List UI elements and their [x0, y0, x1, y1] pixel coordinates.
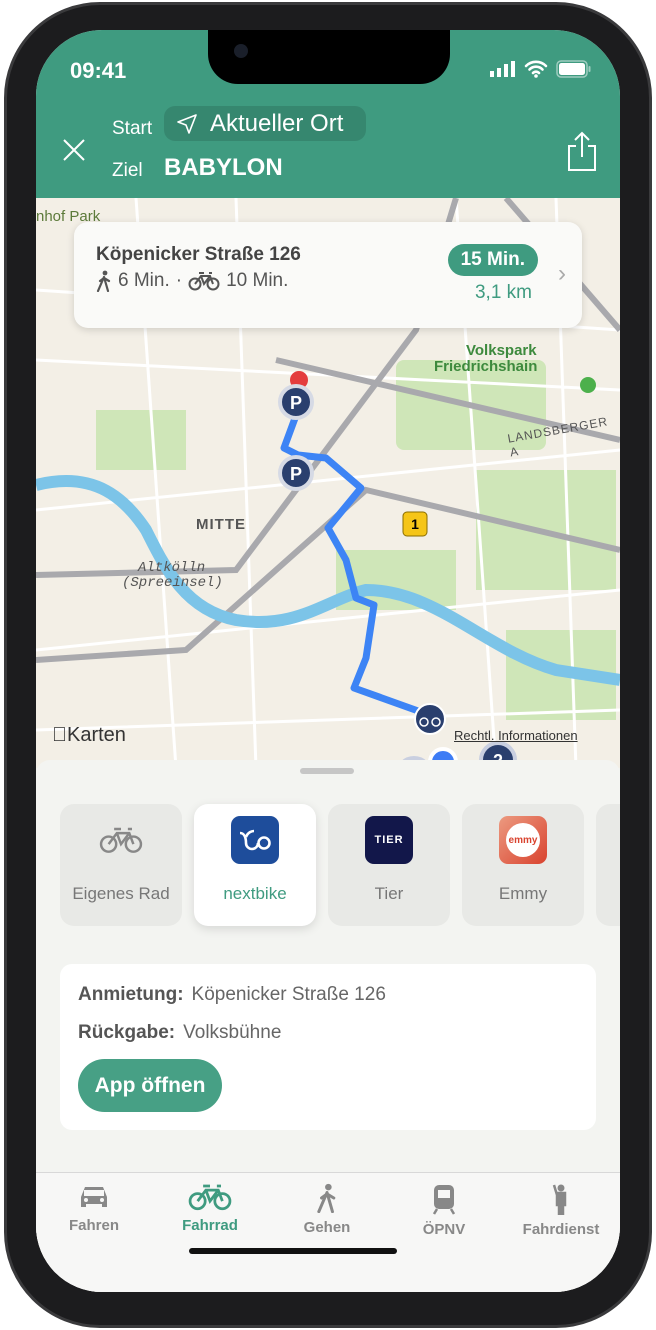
total-duration-badge: 15 Min.	[447, 244, 538, 276]
walk-time: 6 Min.	[118, 270, 170, 291]
parking-marker-label: P	[290, 393, 302, 413]
parking-marker[interactable]: P	[278, 384, 314, 420]
map-label: Altkölln	[138, 560, 206, 576]
provider-list: Eigenes Rad nextbike TIER Tier emmy Emmy	[60, 804, 620, 926]
legal-link[interactable]: Rechtl. Informationen	[454, 728, 578, 743]
train-icon	[432, 1185, 456, 1215]
emmy-logo-text: emmy	[506, 823, 540, 857]
person-waving-icon	[552, 1184, 567, 1215]
emmy-logo: emmy	[499, 816, 547, 864]
parking-marker-label: P	[290, 464, 302, 484]
bicycle-icon	[99, 827, 143, 853]
destination-value[interactable]: BABYLON	[164, 154, 283, 182]
start-field[interactable]: Aktueller Ort	[164, 106, 366, 141]
map-label: MITTE	[196, 516, 246, 533]
map-label: Friedrichshain	[434, 358, 538, 375]
park-icon	[580, 377, 596, 393]
camera	[234, 44, 248, 58]
provider-name: nextbike	[223, 884, 287, 903]
nextbike-logo	[231, 816, 279, 864]
map-label: Volkspark	[466, 342, 537, 359]
parking-marker[interactable]: P	[278, 455, 314, 491]
attribution-text: Karten	[52, 724, 126, 746]
pickup-label: Anmietung:	[78, 984, 184, 1005]
map-label: (Spreeinsel)	[122, 575, 223, 591]
provider-own-bike[interactable]: Eigenes Rad	[60, 804, 182, 926]
road-number: 1	[411, 516, 419, 532]
tab-fahrrad[interactable]: Fahrrad	[155, 1183, 265, 1234]
walking-icon	[317, 1183, 336, 1213]
location-arrow-icon	[177, 113, 197, 134]
battery-icon	[556, 60, 591, 78]
signal-icon	[490, 61, 515, 77]
rental-details: Anmietung: Köpenicker Straße 126 Rückgabe…	[60, 964, 596, 1130]
separator: ·	[175, 270, 183, 291]
apple-maps-attribution: Karten	[52, 724, 126, 747]
pickup-value: Köpenicker Straße 126	[191, 984, 386, 1005]
open-app-button[interactable]: App öffnen	[78, 1059, 222, 1112]
bike-time: 10 Min.	[226, 270, 289, 291]
provider-emmy[interactable]: emmy Emmy	[462, 804, 584, 926]
rental-pickup-row: Anmietung: Köpenicker Straße 126	[78, 984, 386, 1006]
car-icon	[81, 1187, 107, 1207]
sheet-drag-handle[interactable]	[300, 768, 354, 774]
bicycle-icon	[188, 272, 220, 291]
distance: 3,1 km	[474, 282, 532, 303]
bike-station-marker[interactable]	[414, 703, 446, 735]
tab-fahrdienst[interactable]: Fahrdienst	[506, 1183, 616, 1238]
ziel-label: Ziel	[112, 160, 143, 181]
tab-gehen[interactable]: Gehen	[272, 1183, 382, 1236]
tab-label: Fahrdienst	[522, 1221, 600, 1238]
provider-name: Emmy	[498, 884, 548, 903]
rental-return-row: Rückgabe: Volksbühne	[78, 1022, 281, 1044]
tab-label: Gehen	[303, 1219, 351, 1236]
tier-logo: TIER	[365, 816, 413, 864]
close-icon[interactable]	[62, 138, 86, 162]
return-label: Rückgabe:	[78, 1022, 176, 1043]
provider-name: Eigenes Rad	[72, 884, 170, 903]
tab-bar: Fahren Fahrrad Gehen ÖPNV Fahrdienst	[36, 1172, 620, 1292]
status-time: 09:41	[70, 58, 127, 83]
home-indicator[interactable]	[189, 1248, 397, 1254]
bicycle-icon	[188, 1184, 232, 1211]
tab-label: Fahrrad	[182, 1217, 238, 1234]
chevron-right-icon: ›	[558, 260, 566, 287]
walking-icon	[96, 270, 111, 292]
route-summary-card[interactable]: Köpenicker Straße 126 6 Min. · 10 Min. 1…	[74, 222, 582, 328]
provider-nextbike[interactable]: nextbike	[194, 804, 316, 926]
start-value: Aktueller Ort	[210, 109, 344, 137]
pickup-address: Köpenicker Straße 126	[96, 244, 301, 265]
provider-name: Tier	[374, 884, 404, 903]
share-icon[interactable]	[566, 130, 598, 172]
wifi-icon	[524, 60, 548, 78]
tab-label: ÖPNV	[422, 1221, 466, 1238]
provider-more[interactable]	[596, 804, 620, 926]
start-label: Start	[112, 118, 153, 139]
screen: 09:41 Start Aktueller Ort Ziel BABYLON P	[36, 30, 620, 1292]
provider-tier[interactable]: TIER Tier	[328, 804, 450, 926]
route-breakdown: 6 Min. · 10 Min.	[96, 270, 288, 292]
status-icons	[490, 60, 592, 78]
return-value: Volksbühne	[183, 1022, 282, 1043]
tab-fahren[interactable]: Fahren	[39, 1183, 149, 1234]
tab-oepnv[interactable]: ÖPNV	[389, 1183, 499, 1238]
tab-label: Fahren	[68, 1217, 119, 1234]
